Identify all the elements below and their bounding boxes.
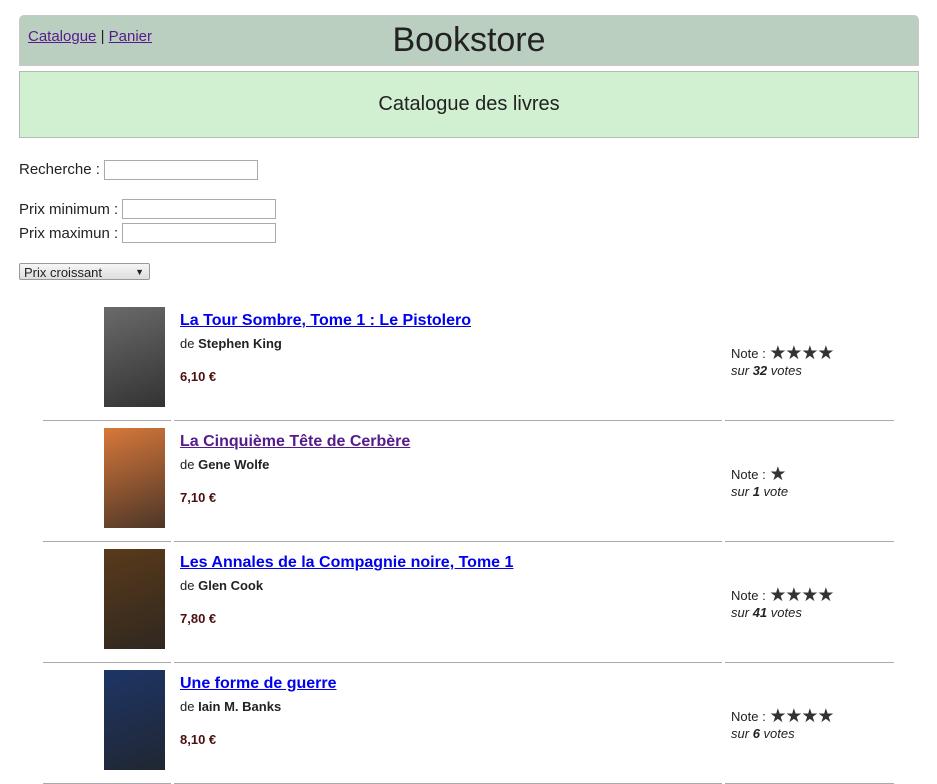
book-price: 6,10 € <box>180 369 217 384</box>
votes-number: 32 <box>752 363 768 378</box>
book-title-link[interactable]: La Tour Sombre, Tome 1 : Le Pistolero <box>180 312 471 330</box>
author-name: Stephen King <box>198 336 282 351</box>
vote-count: sur 41 votes <box>731 605 802 620</box>
author-prefix: de <box>180 336 195 351</box>
votes-suffix: votes <box>770 605 802 620</box>
book-cover-image[interactable] <box>104 549 165 649</box>
votes-number: 6 <box>752 726 760 741</box>
book-price: 8,10 € <box>180 732 217 747</box>
note-label: Note : <box>731 467 766 482</box>
book-row: La Tour Sombre, Tome 1 : Le Pistolero de… <box>43 300 894 421</box>
star-icons: ★★★★ <box>769 343 834 364</box>
book-row: Les Annales de la Compagnie noire, Tome … <box>43 542 894 663</box>
author-name: Iain M. Banks <box>198 699 282 714</box>
book-row: Une forme de guerre de Iain M. Banks 8,1… <box>43 663 894 784</box>
star-icons: ★★★★ <box>769 706 834 727</box>
votes-prefix: sur <box>731 726 750 741</box>
brand-title: Bookstore <box>392 21 546 59</box>
votes-suffix: votes <box>763 726 795 741</box>
author-name: Gene Wolfe <box>198 457 270 472</box>
book-author: de Glen Cook <box>180 578 263 593</box>
sort-select[interactable]: Prix croissant ▼ <box>19 263 150 280</box>
max-price-label: Prix maximun : <box>19 225 119 242</box>
rating: Note : ★★★★ <box>731 705 834 728</box>
note-label: Note : <box>731 346 766 361</box>
search-input[interactable] <box>104 160 258 180</box>
rating: Note : ★★★★ <box>731 342 834 365</box>
votes-prefix: sur <box>731 605 750 620</box>
book-author: de Iain M. Banks <box>180 699 281 714</box>
page-title: Catalogue des livres <box>19 71 919 138</box>
book-cover-image[interactable] <box>104 670 165 770</box>
note-label: Note : <box>731 588 766 603</box>
vote-count: sur 6 votes <box>731 726 795 741</box>
chevron-down-icon: ▼ <box>135 267 144 277</box>
header: Catalogue | Panier Bookstore <box>19 15 919 66</box>
book-author: de Stephen King <box>180 336 282 351</box>
author-name: Glen Cook <box>198 578 264 593</box>
vote-count: sur 32 votes <box>731 363 802 378</box>
rating: Note : ★ <box>731 463 786 486</box>
votes-number: 41 <box>752 605 768 620</box>
votes-prefix: sur <box>731 484 750 499</box>
note-label: Note : <box>731 709 766 724</box>
min-price-label: Prix minimum : <box>19 201 119 218</box>
votes-suffix: votes <box>770 363 802 378</box>
author-prefix: de <box>180 699 195 714</box>
book-price: 7,10 € <box>180 490 217 505</box>
star-icons: ★★★★ <box>769 585 834 606</box>
votes-prefix: sur <box>731 363 750 378</box>
votes-suffix: vote <box>763 484 789 499</box>
max-price-input[interactable] <box>122 223 276 243</box>
author-prefix: de <box>180 457 195 472</box>
book-author: de Gene Wolfe <box>180 457 269 472</box>
author-prefix: de <box>180 578 195 593</box>
book-price: 7,80 € <box>180 611 217 626</box>
book-title-link[interactable]: Une forme de guerre <box>180 675 336 693</box>
book-cover-image[interactable] <box>104 428 165 528</box>
sort-selected: Prix croissant <box>24 265 103 280</box>
vote-count: sur 1 vote <box>731 484 788 499</box>
rating: Note : ★★★★ <box>731 584 834 607</box>
star-icons: ★ <box>769 464 786 485</box>
book-title-link[interactable]: La Cinquième Tête de Cerbère <box>180 433 410 451</box>
search-label: Recherche : <box>19 161 100 178</box>
book-cover-image[interactable] <box>104 307 165 407</box>
votes-number: 1 <box>752 484 760 499</box>
min-price-input[interactable] <box>122 199 276 219</box>
book-row: La Cinquième Tête de Cerbère de Gene Wol… <box>43 421 894 542</box>
book-title-link[interactable]: Les Annales de la Compagnie noire, Tome … <box>180 554 513 572</box>
